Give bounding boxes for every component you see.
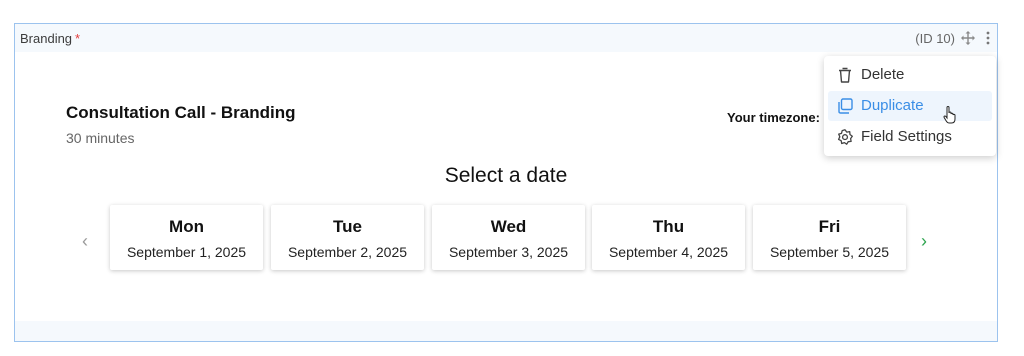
day-date: September 2, 2025	[287, 244, 408, 260]
day-name: Fri	[818, 217, 841, 236]
trash-icon	[839, 67, 851, 83]
required-marker: *	[75, 31, 81, 46]
day-date: September 1, 2025	[126, 244, 247, 260]
select-date-heading: Select a date	[444, 164, 568, 187]
more-options-icon[interactable]	[985, 31, 991, 45]
menu-item-label: Duplicate	[861, 97, 924, 114]
day-card-tue[interactable]: Tue September 2, 2025	[271, 205, 424, 270]
field-header: Branding * (ID 10)	[15, 24, 997, 52]
field-footer	[15, 321, 997, 341]
field-label: Branding *	[20, 31, 81, 46]
previous-days-button[interactable]: ‹	[82, 232, 88, 250]
gear-icon	[837, 129, 853, 145]
day-name: Thu	[652, 217, 685, 236]
timezone-label: Your timezone:	[727, 110, 820, 125]
hand-pointer-icon	[943, 106, 956, 124]
day-card-mon[interactable]: Mon September 1, 2025	[110, 205, 263, 270]
menu-item-label: Field Settings	[861, 128, 952, 145]
day-date: September 3, 2025	[448, 244, 569, 260]
day-card-fri[interactable]: Fri September 5, 2025	[753, 205, 906, 270]
field-actions-menu: Delete Duplicate Field Settings	[824, 56, 996, 156]
menu-item-duplicate[interactable]: Duplicate	[828, 91, 992, 121]
day-date: September 4, 2025	[608, 244, 729, 260]
next-days-button[interactable]: ›	[921, 232, 927, 250]
day-name: Tue	[333, 217, 362, 236]
day-card-wed[interactable]: Wed September 3, 2025	[432, 205, 585, 270]
day-name: Wed	[490, 217, 527, 236]
field-id: (ID 10)	[915, 31, 955, 46]
move-icon[interactable]	[961, 31, 975, 45]
day-date: September 5, 2025	[769, 244, 890, 260]
booking-duration: 30 minutes	[66, 130, 135, 146]
day-card-thu[interactable]: Thu September 4, 2025	[592, 205, 745, 270]
menu-item-field-settings[interactable]: Field Settings	[828, 122, 992, 152]
menu-item-label: Delete	[861, 66, 905, 83]
booking-title: Consultation Call - Branding	[66, 103, 296, 122]
duplicate-icon	[838, 98, 853, 114]
menu-item-delete[interactable]: Delete	[828, 60, 992, 90]
day-name: Mon	[169, 217, 204, 236]
